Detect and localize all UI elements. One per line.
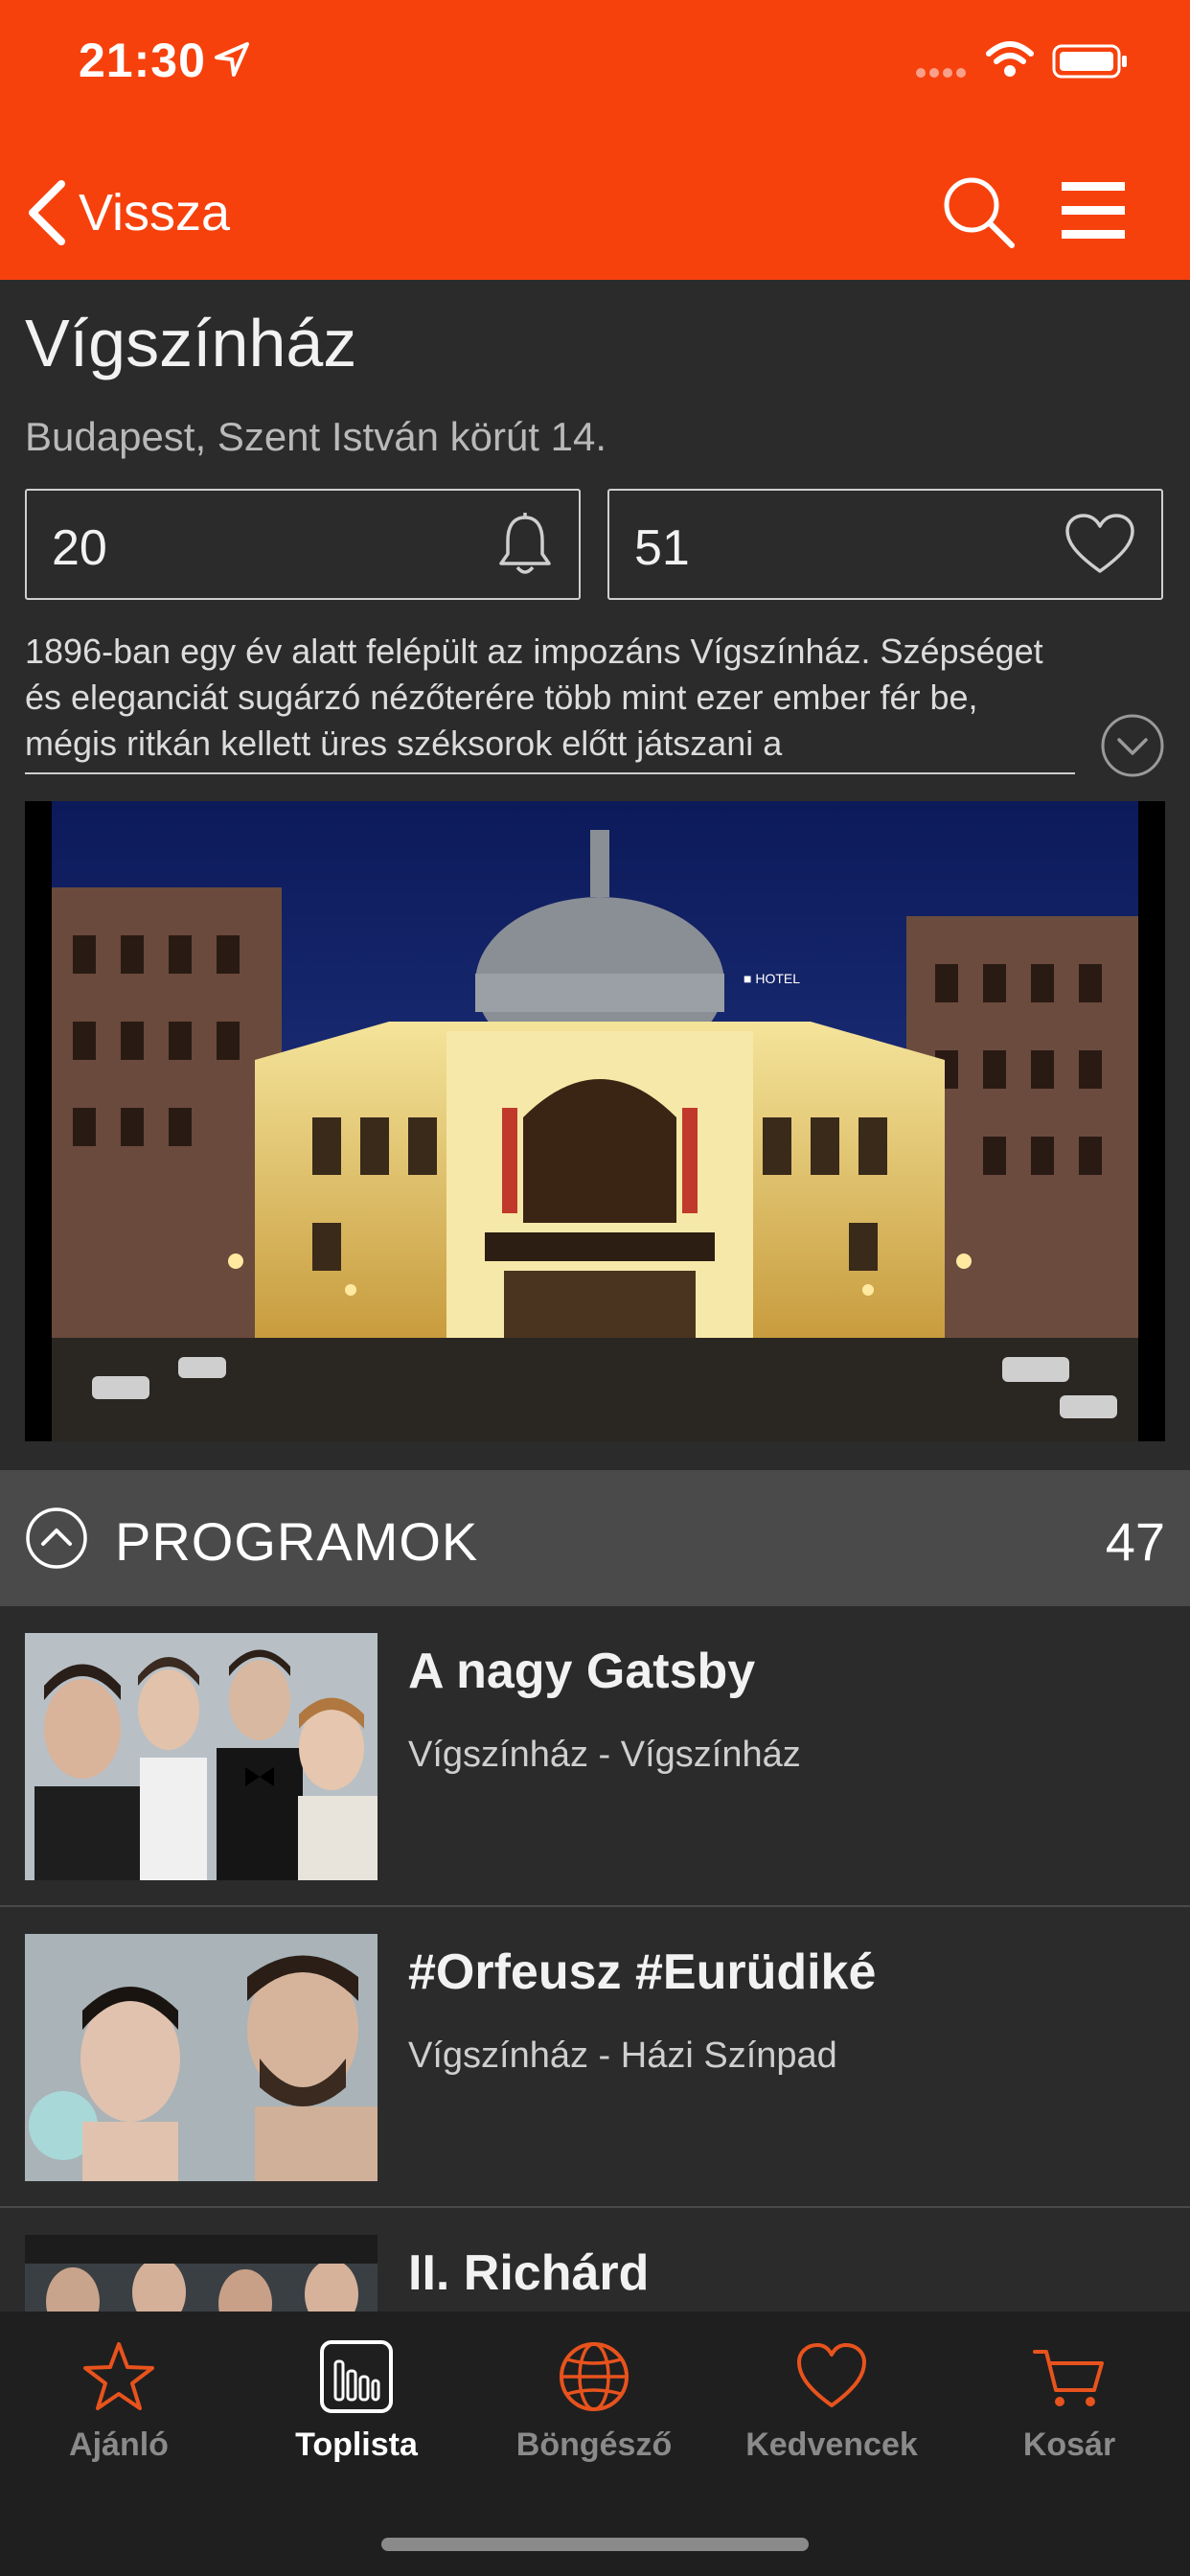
back-button[interactable]: Vissza <box>25 174 230 251</box>
venue-photo: ■ HOTEL <box>25 801 1165 1441</box>
status-time: 21:30 <box>79 34 206 87</box>
wifi-icon <box>986 41 1034 77</box>
tab-ajanlo[interactable]: Ajánló <box>0 2338 238 2492</box>
program-item[interactable]: #Orfeusz #Eurüdiké Vígszínház - Házi Szí… <box>0 1907 1190 2208</box>
signal-icon <box>916 68 966 78</box>
chart-bars-icon <box>320 2340 393 2413</box>
tab-toplista[interactable]: Toplista <box>238 2338 475 2492</box>
program-thumbnail <box>25 1934 378 2181</box>
program-thumbnail <box>25 1633 378 1880</box>
tab-label: Böngésző <box>515 2426 673 2463</box>
programs-header[interactable]: PROGRAMOK 47 <box>0 1470 1190 1606</box>
heart-icon <box>797 2343 866 2407</box>
program-venue: Vígszínház - Házi Színpad <box>408 2036 837 2076</box>
program-title: II. Richárd <box>408 2245 650 2301</box>
tab-bongeszo[interactable]: Böngésző <box>475 2338 713 2492</box>
status-bar: 21:30 <box>0 0 1190 126</box>
venue-description: 1896-ban egy év alatt felépült az impozá… <box>25 629 1075 774</box>
nav-bar: Vissza <box>0 126 1190 280</box>
star-icon <box>83 2342 154 2410</box>
programs-count: 47 <box>1105 1511 1165 1572</box>
tab-kosar[interactable]: Kosár <box>950 2338 1188 2492</box>
tab-label: Ajánló <box>69 2426 169 2463</box>
venue-title: Vígszínház <box>25 306 357 380</box>
hamburger-menu-icon[interactable] <box>1062 180 1125 242</box>
notify-box[interactable]: 20 <box>25 489 581 600</box>
back-label: Vissza <box>79 184 231 242</box>
search-icon[interactable] <box>941 174 1016 249</box>
cart-icon <box>1033 2350 1104 2406</box>
program-title: #Orfeusz #Eurüdiké <box>408 1944 877 2000</box>
tab-kedvencek[interactable]: Kedvencek <box>713 2338 950 2492</box>
program-title: A nagy Gatsby <box>408 1644 756 1699</box>
favorites-count: 51 <box>634 520 690 576</box>
expand-chevron-icon[interactable] <box>1100 713 1165 778</box>
location-arrow-icon <box>215 42 249 77</box>
programs-label: PROGRAMOK <box>115 1511 479 1572</box>
tab-label: Toplista <box>295 2426 418 2463</box>
favorite-box[interactable]: 51 <box>607 489 1163 600</box>
svg-text:■ HOTEL: ■ HOTEL <box>744 971 800 986</box>
alerts-count: 20 <box>52 520 107 576</box>
tab-bar: Ajánló Toplista Böngésző Kedvencek Kosár <box>0 2312 1190 2576</box>
home-indicator <box>381 2538 809 2551</box>
chevron-left-icon <box>29 180 65 245</box>
globe-icon <box>560 2342 629 2411</box>
program-item[interactable]: A nagy Gatsby Vígszínház - Vígszínház <box>0 1606 1190 1907</box>
battery-icon <box>1052 44 1127 79</box>
collapse-chevron-icon <box>26 1507 87 1569</box>
program-venue: Vígszínház - Vígszínház <box>408 1735 801 1775</box>
tab-label: Kedvencek <box>745 2426 918 2463</box>
bell-icon <box>499 513 551 574</box>
venue-address: Budapest, Szent István körút 14. <box>25 414 607 459</box>
tab-label: Kosár <box>1022 2426 1116 2463</box>
heart-icon <box>1065 514 1134 573</box>
